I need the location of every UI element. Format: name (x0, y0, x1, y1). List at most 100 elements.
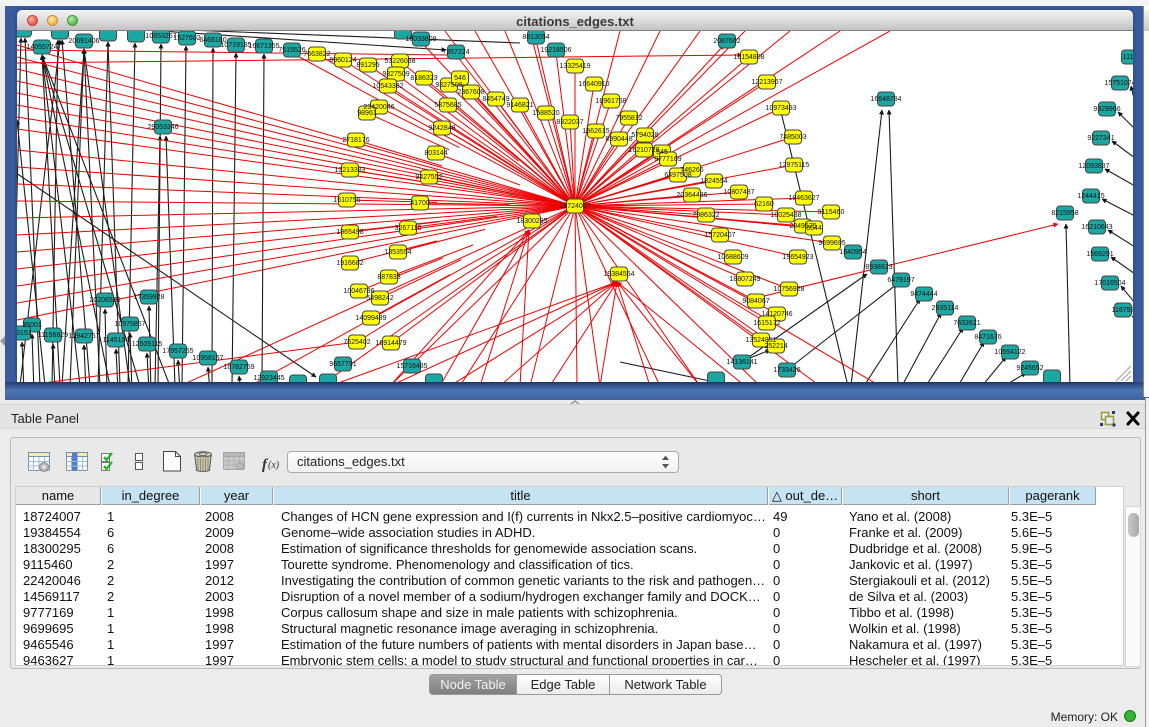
svg-text:53226058: 53226058 (384, 58, 415, 65)
svg-text:10543382: 10543382 (372, 83, 403, 90)
svg-text:12923445: 12923445 (253, 375, 284, 382)
svg-text:7485003: 7485003 (779, 134, 806, 141)
svg-text:10654122: 10654122 (994, 349, 1025, 356)
svg-text:10046786: 10046786 (343, 288, 374, 295)
svg-text:16671355: 16671355 (248, 43, 279, 50)
svg-text:9327509: 9327509 (382, 71, 409, 78)
svg-text:11156829: 11156829 (38, 332, 68, 339)
svg-text:803144: 803144 (424, 150, 447, 157)
svg-text:10025438: 10025438 (770, 212, 801, 219)
svg-text:14136141: 14136141 (726, 359, 757, 366)
svg-text:18724007: 18724007 (559, 203, 590, 210)
svg-text:10719185: 10719185 (220, 42, 251, 49)
svg-text:16210728: 16210728 (628, 147, 659, 154)
svg-text:5875685: 5875685 (434, 102, 461, 109)
svg-text:17016504: 17016504 (1094, 280, 1125, 287)
svg-text:41700: 41700 (410, 200, 430, 207)
svg-text:746266: 746266 (680, 167, 703, 174)
svg-text:29053346: 29053346 (147, 124, 178, 131)
svg-text:8215958: 8215958 (1051, 210, 1078, 217)
svg-text:14055724: 14055724 (26, 44, 57, 51)
svg-text:1569291: 1569291 (1086, 251, 1113, 258)
svg-text:12093837: 12093837 (1078, 163, 1109, 170)
svg-text:15720407: 15720407 (704, 232, 735, 239)
svg-text:545: 545 (656, 149, 668, 156)
svg-text:1916682: 1916682 (336, 260, 363, 267)
svg-text:10975857: 10975857 (114, 321, 145, 328)
svg-text:9146821: 9146821 (506, 102, 533, 109)
svg-text:1965498: 1965498 (336, 229, 363, 236)
svg-text:6479197: 6479197 (887, 277, 914, 284)
svg-text:1527602: 1527602 (173, 35, 200, 42)
svg-text:12942757: 12942757 (68, 333, 99, 340)
svg-text:16033809: 16033809 (405, 36, 436, 43)
svg-text:7955812: 7955812 (615, 115, 642, 122)
svg-text:35001: 35001 (22, 322, 42, 329)
svg-text:7663822: 7663822 (303, 51, 330, 58)
svg-text:3267110: 3267110 (395, 225, 422, 232)
svg-text:20691406: 20691406 (68, 38, 99, 45)
svg-text:14099489: 14099489 (355, 315, 386, 322)
svg-text:7515526: 7515526 (278, 47, 305, 54)
svg-text:16961758: 16961758 (595, 98, 626, 105)
svg-text:14120746: 14120746 (761, 311, 792, 318)
svg-text:10688609: 10688609 (717, 254, 748, 261)
svg-text:9245652: 9245652 (1016, 365, 1043, 372)
svg-text:17359928: 17359928 (133, 294, 164, 301)
svg-text:19384554: 19384554 (603, 271, 634, 278)
svg-text:18807249: 18807249 (729, 276, 760, 283)
svg-text:2935114: 2935114 (932, 305, 959, 312)
svg-text:2367608: 2367608 (457, 89, 484, 96)
svg-text:12975115: 12975115 (779, 162, 810, 169)
svg-text:7625402: 7625402 (343, 339, 370, 346)
svg-text:1733426: 1733426 (773, 367, 800, 374)
svg-text:887833: 887833 (377, 274, 400, 281)
svg-text:19654923: 19654923 (782, 254, 813, 261)
svg-text:13325419: 13325419 (559, 63, 590, 70)
svg-text:12505115: 12505115 (132, 341, 163, 348)
svg-text:5498242: 5498242 (366, 295, 393, 302)
svg-text:1353554: 1353554 (384, 249, 411, 256)
svg-text:17957255: 17957255 (162, 348, 193, 355)
svg-text:16782759: 16782759 (223, 364, 254, 371)
svg-text:62160: 62160 (754, 201, 774, 208)
svg-text:9777169: 9777169 (654, 156, 681, 163)
svg-text:8644: 8644 (806, 225, 822, 232)
svg-text:1145194: 1145194 (103, 337, 130, 344)
svg-text:1562615: 1562615 (582, 128, 609, 135)
svg-text:18463627: 18463627 (788, 195, 819, 202)
svg-text:20364436: 20364436 (676, 192, 707, 199)
svg-text:(x): (x) (268, 460, 280, 471)
svg-text:8186323: 8186323 (410, 75, 437, 82)
svg-text:18300295: 18300295 (516, 218, 547, 225)
svg-text:10756928: 10756928 (773, 286, 804, 293)
svg-text:8938923: 8938923 (865, 264, 892, 271)
svg-text:1588520: 1588520 (532, 110, 559, 117)
svg-text:8813054: 8813054 (522, 34, 549, 41)
svg-text:891295: 891295 (356, 62, 379, 69)
svg-text:8322037: 8322037 (556, 119, 583, 126)
svg-text:7357224: 7357224 (442, 49, 469, 56)
svg-text:7986322: 7986322 (692, 212, 719, 219)
svg-text:8960124: 8960124 (329, 57, 356, 64)
svg-text:98961: 98961 (357, 110, 377, 117)
svg-text:9329966: 9329966 (1093, 106, 1120, 113)
svg-text:9242848: 9242848 (428, 125, 455, 132)
svg-text:9227341: 9227341 (1087, 135, 1114, 142)
svg-text:10807487: 10807487 (723, 189, 754, 196)
svg-text:39151: 39151 (17, 330, 32, 337)
svg-text:252214: 252214 (764, 343, 787, 350)
svg-text:9427552: 9427552 (415, 174, 442, 181)
svg-text:12213383: 12213383 (334, 167, 365, 174)
svg-text:1824554: 1824554 (700, 178, 727, 185)
svg-text:1244415: 1244415 (1077, 193, 1104, 200)
svg-text:20206526: 20206526 (89, 297, 120, 304)
svg-text:16914479: 16914479 (375, 340, 406, 347)
svg-text:7632621: 7632621 (953, 320, 980, 327)
svg-text:16640910: 16640910 (578, 81, 609, 88)
svg-text:546: 546 (454, 75, 466, 82)
svg-text:12213967: 12213967 (751, 79, 782, 86)
svg-text:9474444: 9474444 (910, 291, 937, 298)
svg-text:9084067: 9084067 (742, 298, 769, 305)
svg-text:2718176: 2718176 (342, 137, 369, 144)
